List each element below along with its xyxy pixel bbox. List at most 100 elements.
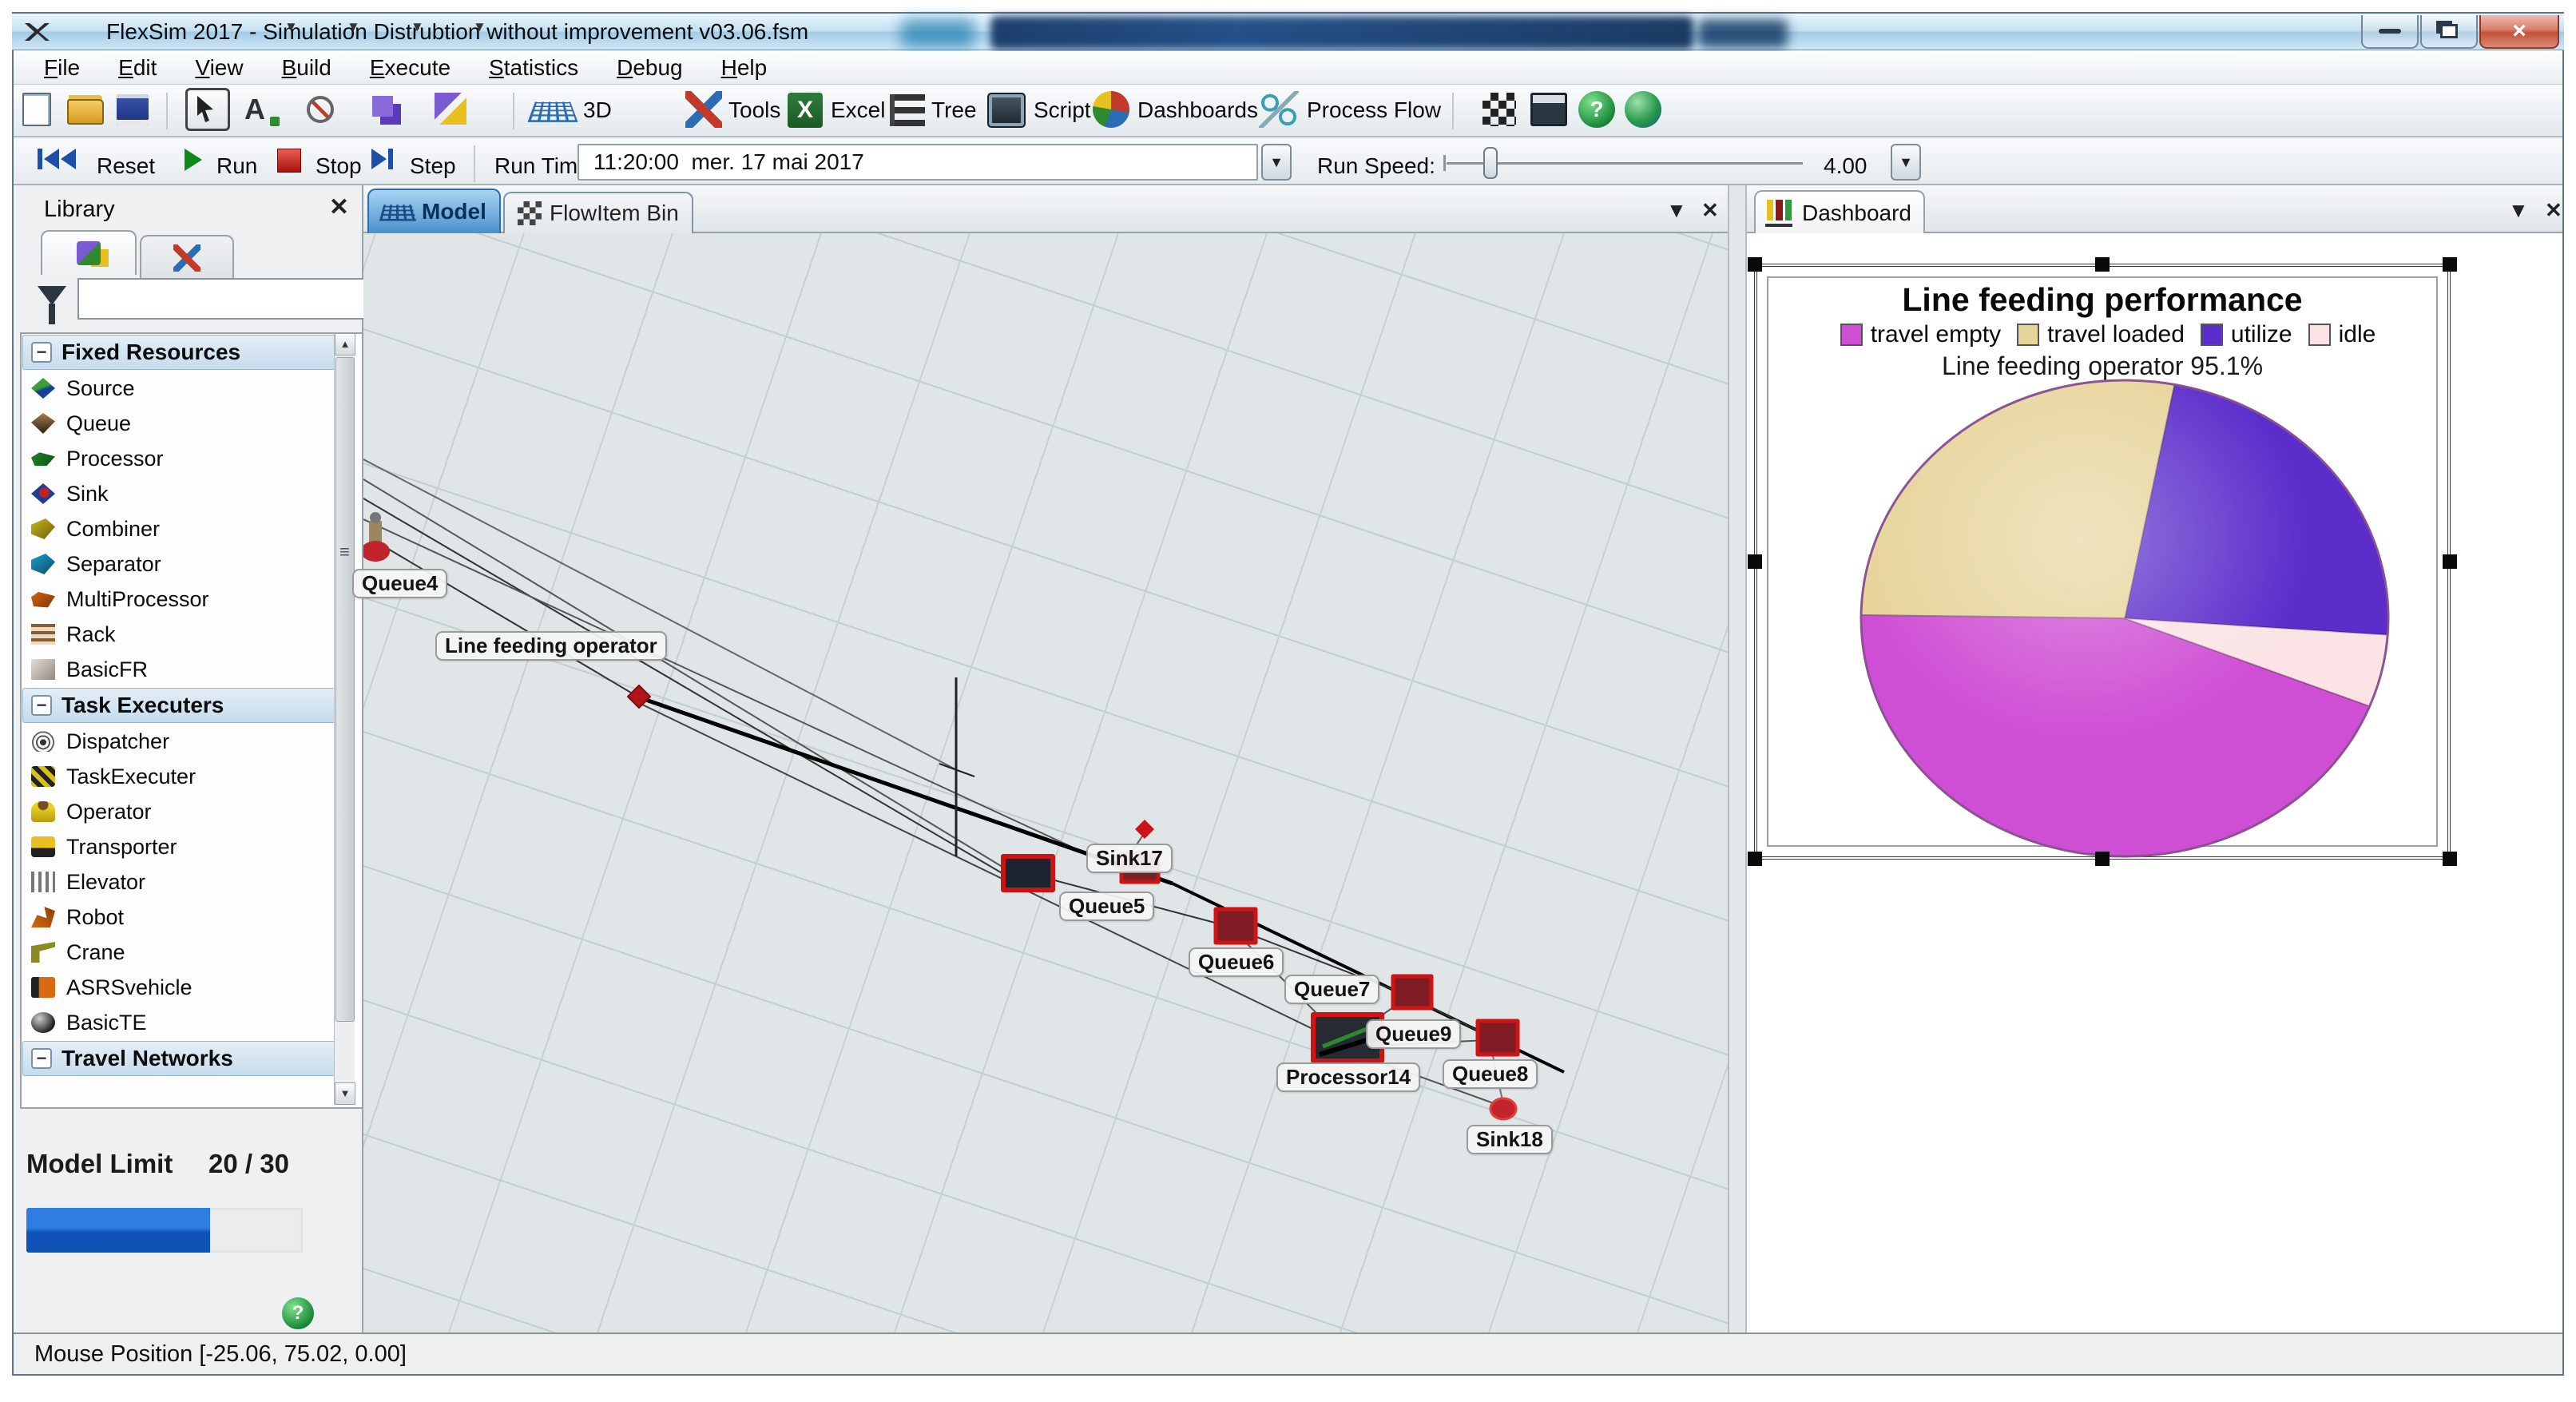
library-item-basicte[interactable]: BasicTE [22,1005,362,1040]
pointer-tool-button[interactable] [185,88,230,131]
model-pane-close-icon[interactable]: ✕ [1701,198,1719,223]
object-label-queue5[interactable]: Queue5 [1059,892,1154,921]
model-limit-help-icon[interactable]: ? [282,1297,314,1329]
library-objects-tab[interactable] [41,230,137,275]
run-time-dropdown[interactable]: ▼ [1261,144,1292,181]
run-speed-slider-thumb[interactable] [1483,147,1498,179]
sink18-object[interactable] [1490,1098,1516,1119]
queue4-object[interactable] [363,541,390,562]
library-item-transporter[interactable]: Transporter [22,829,362,864]
collapse-icon[interactable]: − [31,695,52,716]
new-model-button[interactable] [22,93,51,126]
pane-splitter[interactable] [1728,185,1747,1332]
object-label-queue9[interactable]: Queue9 [1366,1019,1461,1049]
library-tools-tab[interactable] [140,235,234,280]
object-label-queue7[interactable]: Queue7 [1284,975,1379,1004]
process-flow-icon[interactable] [1259,91,1299,128]
tab-flowitem-bin[interactable]: FlowItem Bin [503,192,693,233]
maximize-button[interactable] [2420,15,2478,49]
menu-item-execute[interactable]: Execute [351,52,470,84]
library-filter-input[interactable] [77,278,370,320]
library-item-sink[interactable]: Sink [22,476,362,511]
run-speed-dropdown[interactable]: ▼ [1891,144,1921,181]
help-icon[interactable]: ? [1578,91,1615,128]
tree-button[interactable]: Tree [931,97,977,123]
collapse-icon[interactable]: − [31,342,52,363]
library-item-robot[interactable]: Robot [22,900,362,935]
library-item-multiprocessor[interactable]: MultiProcessor [22,582,362,617]
run-time-field[interactable]: 11:20:00 mer. 17 mai 2017 [578,144,1258,181]
object-label-line-feeding-operator[interactable]: Line feeding operator [435,631,667,661]
show-window-icon[interactable] [1530,93,1567,126]
scroll-up-icon[interactable]: ▲ [335,333,355,355]
library-item-dispatcher[interactable]: Dispatcher [22,724,362,759]
step-button[interactable]: Step [410,153,456,179]
run-speed-slider[interactable] [1447,162,1803,165]
library-item-crane[interactable]: Crane [22,935,362,970]
workspace-layout-icon[interactable] [1482,93,1516,126]
library-item-taskexecuter[interactable]: TaskExecuter [22,759,362,794]
scroll-down-icon[interactable]: ▼ [335,1082,355,1105]
queue8-object[interactable] [1478,1021,1518,1054]
connections-dropdown-icon[interactable]: ▼ [284,19,298,35]
highlight-dropdown-icon[interactable]: ▼ [473,19,486,35]
network-node[interactable] [1135,820,1154,839]
library-item-elevator[interactable]: Elevator [22,864,362,900]
run-icon[interactable] [185,149,202,171]
close-button[interactable]: × [2479,15,2559,49]
library-item-queue[interactable]: Queue [22,406,362,441]
library-item-operator[interactable]: Operator [22,794,362,829]
reset-icon[interactable] [38,149,76,169]
save-model-button[interactable] [117,94,149,126]
minimize-button[interactable] [2361,15,2419,49]
dashboard-pane-close-icon[interactable]: ✕ [2545,198,2562,223]
dashboards-button[interactable]: Dashboards [1137,97,1258,123]
stop-icon[interactable] [277,149,301,173]
tree-icon[interactable] [890,94,925,126]
3d-view-button[interactable]: 3D [583,97,612,123]
menu-item-statistics[interactable]: Statistics [470,52,597,84]
library-group-fixed-resources[interactable]: −Fixed Resources [22,335,341,370]
menu-item-help[interactable]: Help [702,52,787,84]
library-item-basicfr[interactable]: BasicFR [22,652,362,687]
library-scrollbar[interactable]: ▲ ≡ ▼ [334,333,355,1105]
queue7-object[interactable] [1393,976,1431,1008]
edit-objects-dropdown-icon[interactable]: ▼ [411,19,424,35]
process-flow-button[interactable]: Process Flow [1307,97,1441,123]
stop-button[interactable]: Stop [316,153,362,179]
tab-model[interactable]: Model [367,189,501,233]
library-item-source[interactable]: Source [22,371,362,406]
dashboard-pane-dropdown-icon[interactable]: ▼ [2508,198,2529,223]
dashboards-icon[interactable] [1093,91,1129,128]
reset-button[interactable]: Reset [97,153,155,179]
selection-handle[interactable] [2443,852,2457,866]
excel-button[interactable]: Excel [831,97,885,123]
menu-item-build[interactable]: Build [263,52,351,84]
line-feeding-operator-object[interactable] [628,685,650,708]
collapse-icon[interactable]: − [31,1048,52,1069]
tab-dashboard[interactable]: Dashboard [1754,190,1925,235]
scrollbar-thumb[interactable]: ≡ [335,357,355,1022]
selection-handle[interactable] [2443,257,2457,272]
3d-view-icon[interactable] [527,102,578,122]
selection-handle[interactable] [2095,852,2110,866]
library-close-icon[interactable]: ✕ [329,193,349,221]
run-button[interactable]: Run [216,153,257,179]
object-label-sink18[interactable]: Sink18 [1467,1125,1553,1154]
disconnect-tool-icon[interactable] [307,96,334,123]
menu-item-debug[interactable]: Debug [597,52,702,84]
library-item-combiner[interactable]: Combiner [22,511,362,546]
menu-item-view[interactable]: View [176,52,262,84]
menu-item-file[interactable]: File [25,52,99,84]
object-label-queue4[interactable]: Queue4 [352,569,447,598]
library-item-separator[interactable]: Separator [22,546,362,582]
object-label-queue6[interactable]: Queue6 [1189,947,1284,977]
connections-tool-icon[interactable]: A [244,93,276,126]
selection-handle[interactable] [2443,554,2457,569]
object-label-queue8[interactable]: Queue8 [1443,1059,1538,1089]
library-group-travel-networks[interactable]: −Travel Networks [22,1041,341,1076]
selection-handle[interactable] [1748,554,1762,569]
tools-button[interactable]: Tools [728,97,780,123]
flexsim-answers-icon[interactable] [1625,91,1661,128]
library-item-asrsvehicle[interactable]: ASRSvehicle [22,970,362,1005]
